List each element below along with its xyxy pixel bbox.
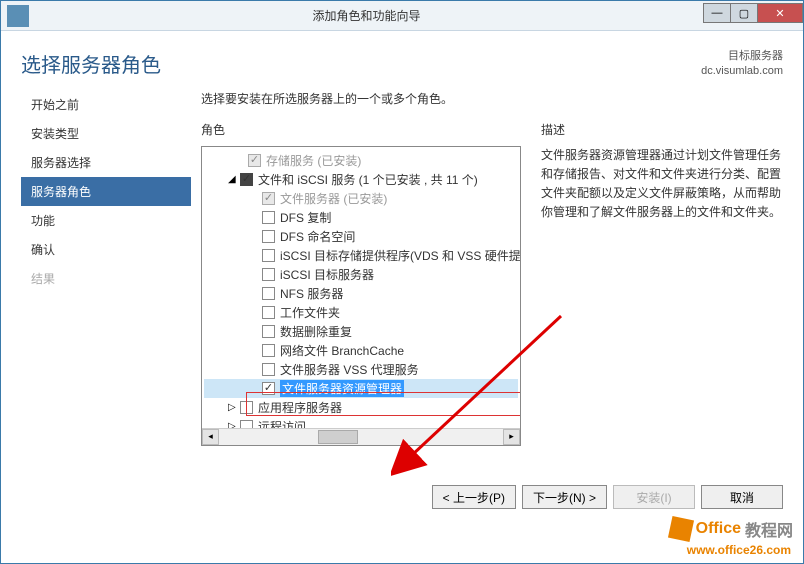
- tree-node-dfs-replication[interactable]: DFS 复制: [204, 208, 518, 227]
- app-icon: [7, 5, 29, 27]
- wizard-footer: < 上一步(P) 下一步(N) > 安装(I) 取消: [432, 485, 783, 509]
- tree-node-nfs-server[interactable]: NFS 服务器: [204, 284, 518, 303]
- sidebar-item-server-roles[interactable]: 服务器角色: [21, 177, 191, 206]
- sidebar-item-server-selection[interactable]: 服务器选择: [21, 148, 191, 177]
- tree-node-file-server[interactable]: 文件服务器 (已安装): [204, 189, 518, 208]
- sidebar-item-results: 结果: [21, 264, 191, 293]
- tree-node-app-server[interactable]: ▷ 应用程序服务器: [204, 398, 518, 417]
- scroll-track[interactable]: [219, 429, 503, 445]
- roles-label: 角色: [201, 121, 521, 138]
- description-label: 描述: [541, 121, 783, 138]
- scroll-thumb[interactable]: [318, 430, 358, 444]
- tree-node-branchcache[interactable]: 网络文件 BranchCache: [204, 341, 518, 360]
- description-text: 文件服务器资源管理器通过计划文件管理任务和存储报告、对文件和文件夹进行分类、配置…: [541, 146, 783, 223]
- tree-node-fsrm[interactable]: 文件服务器资源管理器: [204, 379, 518, 398]
- target-server-info: 目标服务器 dc.visumlab.com: [701, 49, 783, 80]
- checkbox-icon[interactable]: [262, 230, 275, 243]
- maximize-button[interactable]: ▢: [730, 3, 758, 23]
- checkbox-icon[interactable]: [262, 249, 275, 262]
- watermark-url: www.office26.com: [687, 543, 791, 557]
- target-label: 目标服务器: [701, 49, 783, 64]
- checkbox-icon[interactable]: [262, 363, 275, 376]
- checkbox-icon[interactable]: [240, 173, 253, 186]
- tree-node-storage-services[interactable]: 存储服务 (已安装): [204, 151, 518, 170]
- checkbox-icon[interactable]: [240, 401, 253, 414]
- checkbox-icon[interactable]: [262, 211, 275, 224]
- instruction-text: 选择要安装在所选服务器上的一个或多个角色。: [201, 90, 783, 107]
- window-title: 添加角色和功能向导: [29, 7, 704, 24]
- tree-node-vss-agent[interactable]: 文件服务器 VSS 代理服务: [204, 360, 518, 379]
- roles-tree[interactable]: 存储服务 (已安装) ◢ 文件和 iSCSI 服务 (1 个已安装 , 共 11…: [201, 146, 521, 446]
- target-value: dc.visumlab.com: [701, 64, 783, 79]
- sidebar-item-install-type[interactable]: 安装类型: [21, 119, 191, 148]
- collapse-icon[interactable]: ◢: [228, 174, 238, 185]
- horizontal-scrollbar[interactable]: ◂ ▸: [202, 428, 520, 445]
- close-button[interactable]: ✕: [757, 3, 803, 23]
- next-button[interactable]: 下一步(N) >: [522, 485, 607, 509]
- sidebar-item-features[interactable]: 功能: [21, 206, 191, 235]
- minimize-button[interactable]: —: [703, 3, 731, 23]
- page-title: 选择服务器角色: [21, 49, 161, 78]
- watermark-logo-icon: [668, 516, 694, 542]
- cancel-button[interactable]: 取消: [701, 485, 783, 509]
- sidebar-item-confirm[interactable]: 确认: [21, 235, 191, 264]
- checkbox-icon[interactable]: [262, 382, 275, 395]
- scroll-left-button[interactable]: ◂: [202, 429, 219, 445]
- checkbox-icon[interactable]: [262, 344, 275, 357]
- sidebar-item-before-begin[interactable]: 开始之前: [21, 90, 191, 119]
- tree-node-dfs-namespace[interactable]: DFS 命名空间: [204, 227, 518, 246]
- install-button: 安装(I): [613, 485, 695, 509]
- title-bar: 添加角色和功能向导 — ▢ ✕: [1, 1, 803, 31]
- checkbox-icon[interactable]: [262, 268, 275, 281]
- checkbox-icon[interactable]: [262, 325, 275, 338]
- wizard-sidebar: 开始之前 安装类型 服务器选择 服务器角色 功能 确认 结果: [21, 90, 191, 446]
- checkbox-icon[interactable]: [262, 306, 275, 319]
- tree-node-work-folders[interactable]: 工作文件夹: [204, 303, 518, 322]
- expand-icon[interactable]: ▷: [228, 402, 238, 413]
- tree-node-iscsi-provider[interactable]: iSCSI 目标存储提供程序(VDS 和 VSS 硬件提: [204, 246, 518, 265]
- previous-button[interactable]: < 上一步(P): [432, 485, 516, 509]
- tree-node-file-iscsi[interactable]: ◢ 文件和 iSCSI 服务 (1 个已安装 , 共 11 个): [204, 170, 518, 189]
- tree-node-dedup[interactable]: 数据删除重复: [204, 322, 518, 341]
- checkbox-icon: [262, 192, 275, 205]
- checkbox-icon[interactable]: [262, 287, 275, 300]
- watermark: Office教程网: [670, 517, 793, 541]
- scroll-right-button[interactable]: ▸: [503, 429, 520, 445]
- checkbox-icon: [248, 154, 261, 167]
- tree-node-iscsi-target[interactable]: iSCSI 目标服务器: [204, 265, 518, 284]
